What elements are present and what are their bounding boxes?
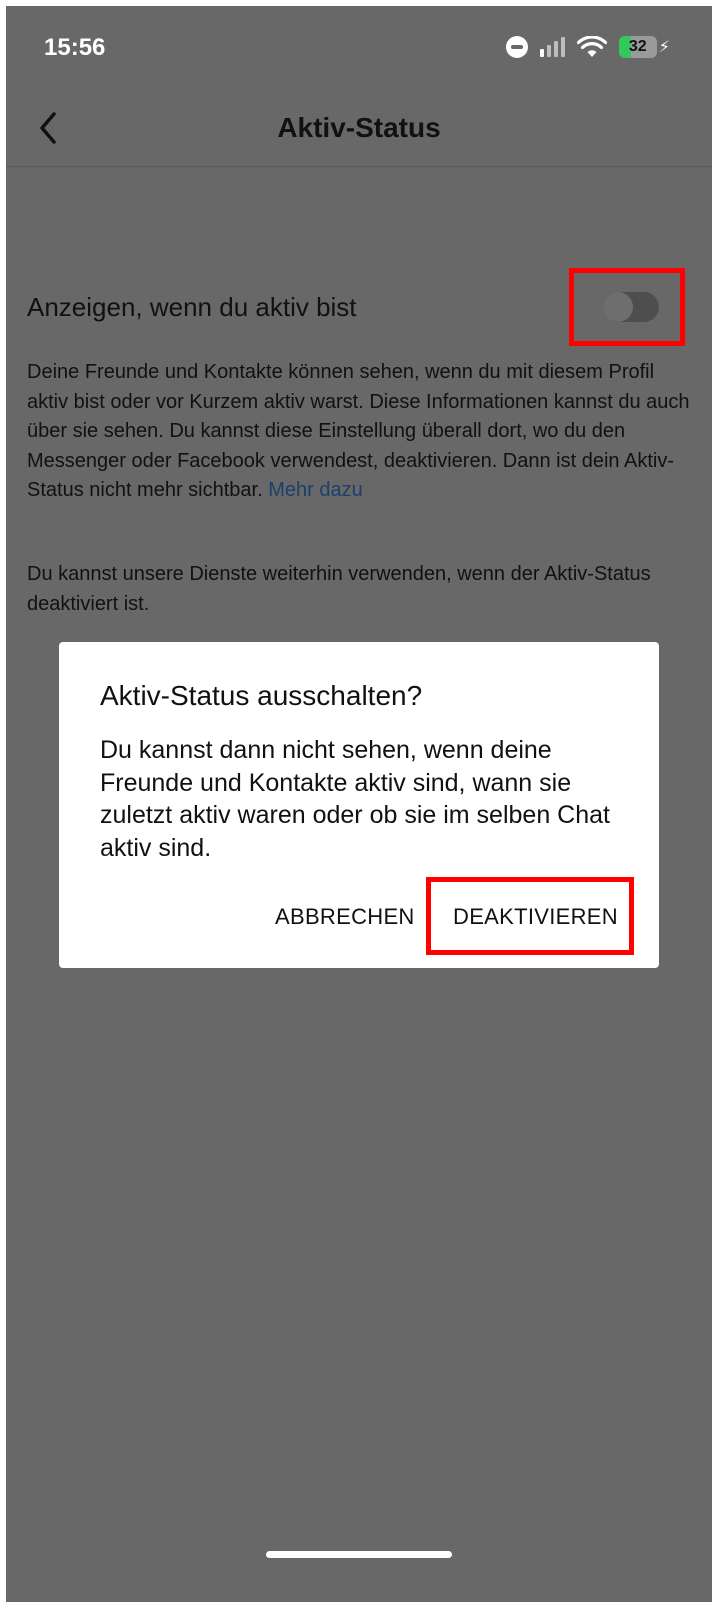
- dialog-body: Du kannst dann nicht sehen, wenn deine F…: [100, 736, 610, 862]
- confirm-dialog: Aktiv-Status ausschalten? Du kannst dann…: [59, 642, 659, 968]
- home-indicator[interactable]: [266, 1551, 452, 1558]
- battery-icon: 32 ⚡: [618, 36, 670, 58]
- setting-label: Anzeigen, wenn du aktiv bist: [27, 292, 357, 322]
- learn-more-link[interactable]: Mehr dazu: [268, 479, 363, 501]
- do-not-disturb-icon: [505, 36, 528, 58]
- page-title: Aktiv-Status: [277, 112, 441, 143]
- setting-note: Du kannst unsere Dienste weiterhin verwe…: [27, 563, 651, 615]
- status-icons: 32 ⚡: [505, 36, 670, 58]
- screen: 15:56 32 ⚡ Aktiv-Status Anzeigen, wenn d…: [6, 6, 712, 1602]
- cancel-button[interactable]: ABBRECHEN: [275, 904, 415, 930]
- status-time: 15:56: [44, 34, 106, 61]
- charging-bolt-icon: ⚡: [658, 39, 670, 56]
- status-bar: 15:56 32 ⚡: [6, 6, 712, 86]
- dialog-title: Aktiv-Status ausschalten?: [100, 680, 423, 711]
- nav-header: Aktiv-Status: [6, 86, 712, 167]
- toggle-knob: [603, 292, 633, 322]
- cellular-signal-icon: [539, 37, 565, 57]
- deactivate-button[interactable]: DEAKTIVIEREN: [453, 904, 618, 930]
- active-status-toggle[interactable]: [603, 292, 659, 322]
- battery-level: 32: [628, 38, 647, 55]
- setting-description: Deine Freunde und Kontakte können sehen,…: [27, 358, 692, 506]
- wifi-icon: [576, 36, 607, 58]
- battery-body: 32: [618, 36, 657, 58]
